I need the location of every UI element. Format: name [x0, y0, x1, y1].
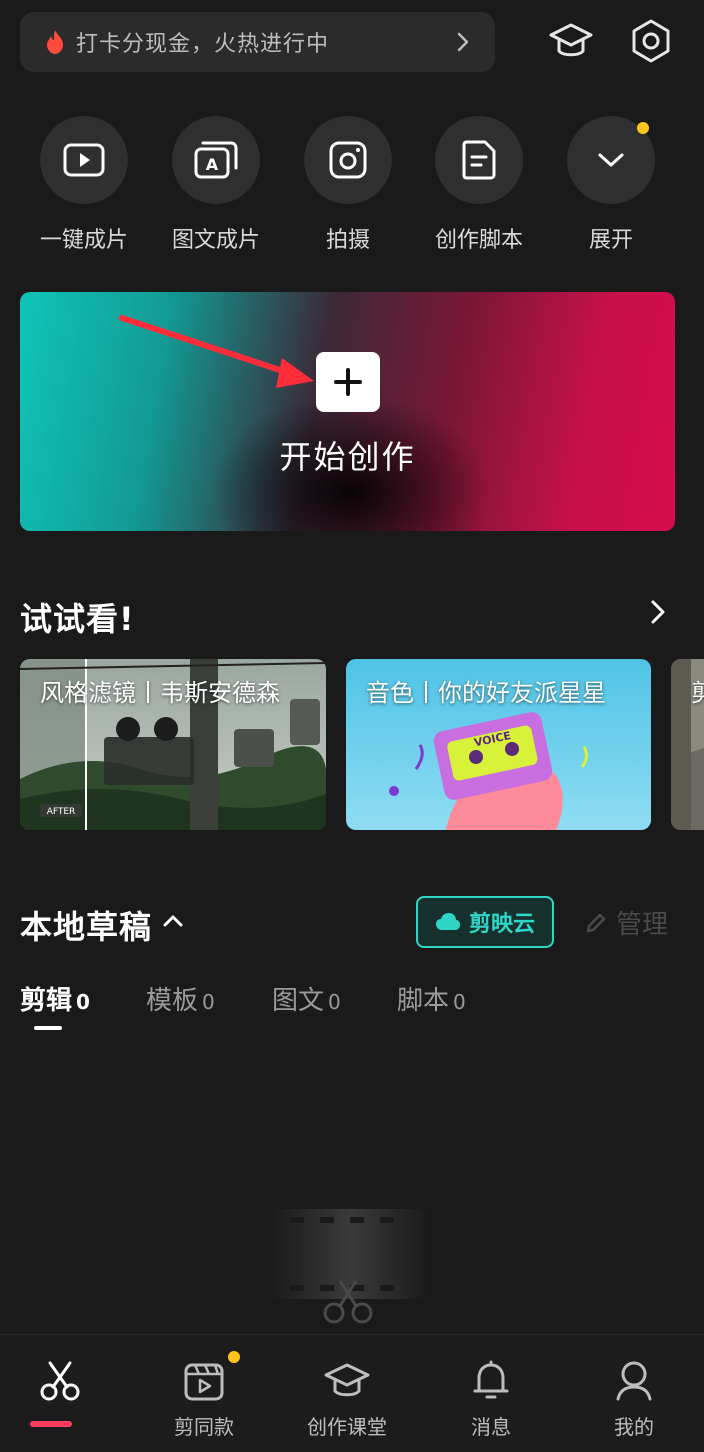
quick-action-label: 拍摄	[325, 228, 370, 253]
chevron-up-icon[interactable]	[162, 910, 184, 932]
active-nav-indicator	[30, 1421, 72, 1427]
tab-label: 剪辑	[20, 986, 73, 1016]
text-to-video-icon: A	[194, 141, 238, 179]
chevron-right-icon	[457, 32, 469, 52]
nav-label: 创作课堂	[307, 1415, 387, 1439]
nav-class[interactable]: 创作课堂	[277, 1335, 417, 1452]
script-icon	[462, 140, 496, 180]
tab-edit[interactable]: 剪辑 0	[20, 980, 90, 1017]
nav-label: 剪同款	[174, 1415, 234, 1439]
tab-label: 脚本	[397, 986, 450, 1016]
cloud-icon	[435, 913, 460, 930]
active-tab-indicator	[34, 1026, 62, 1030]
card-title: 剪	[691, 679, 704, 707]
manage-button[interactable]: 管理	[584, 904, 668, 941]
tab-image-text[interactable]: 图文 0	[272, 980, 341, 1017]
quick-action-label: 图文成片	[171, 228, 260, 253]
svg-text:A: A	[206, 155, 219, 174]
try-card-filter[interactable]: AFTER 风格滤镜丨韦斯安德森	[20, 659, 326, 830]
flame-icon	[47, 30, 63, 54]
quick-action-script[interactable]: 创作脚本	[419, 116, 539, 254]
notification-dot	[637, 122, 649, 134]
tab-count: 0	[76, 990, 90, 1014]
tab-script[interactable]: 脚本 0	[397, 980, 466, 1017]
nav-messages[interactable]: 消息	[421, 1335, 561, 1452]
chevron-right-icon[interactable]	[648, 598, 668, 626]
try-card-partial[interactable]: 剪	[671, 659, 704, 830]
bell-icon	[467, 1357, 515, 1405]
cloud-button[interactable]: 剪映云	[416, 896, 554, 948]
quick-actions: 一键成片 A 图文成片 拍摄 创作脚本 展开	[0, 116, 704, 256]
quick-action-label: 展开	[588, 228, 633, 253]
camera-icon	[329, 141, 367, 179]
tab-count: 0	[202, 990, 215, 1014]
promo-text: 打卡分现金，火热进行中	[76, 32, 330, 57]
graduation-cap-icon[interactable]	[548, 18, 594, 64]
nav-label: 我的	[614, 1415, 654, 1439]
after-badge: AFTER	[47, 807, 76, 817]
nav-label: 消息	[471, 1415, 511, 1439]
quick-action-one-click-video[interactable]: 一键成片	[24, 116, 144, 254]
plus-icon	[316, 352, 380, 412]
cloud-label: 剪映云	[468, 912, 535, 937]
tab-count: 0	[328, 990, 341, 1014]
manage-label: 管理	[616, 910, 669, 940]
quick-action-label: 创作脚本	[434, 228, 523, 253]
tab-label: 模板	[146, 986, 199, 1016]
try-card-voice[interactable]: VOICE 音色丨你的好友派星星	[346, 659, 651, 830]
empty-drafts-illustration	[270, 1209, 430, 1324]
tab-count: 0	[453, 990, 466, 1014]
play-square-icon	[63, 143, 105, 177]
tab-label: 图文	[272, 986, 325, 1016]
notification-dot	[228, 1351, 240, 1363]
start-creating-label: 开始创作	[279, 438, 416, 476]
quick-action-shoot[interactable]: 拍摄	[288, 116, 408, 254]
drafts-title: 本地草稿	[20, 908, 153, 946]
card-title: 音色丨你的好友派星星	[366, 679, 606, 707]
card-title: 风格滤镜丨韦斯安德森	[40, 679, 280, 707]
chevron-down-icon	[598, 153, 624, 167]
tab-template[interactable]: 模板 0	[146, 980, 215, 1017]
quick-action-label: 一键成片	[39, 228, 128, 253]
nav-template[interactable]: 剪同款	[134, 1335, 274, 1452]
bottom-navigation: 剪同款 创作课堂 消息 我的	[0, 1334, 704, 1452]
scissors-icon	[36, 1357, 84, 1405]
edit-icon	[586, 913, 606, 932]
quick-action-text-to-video[interactable]: A 图文成片	[156, 116, 276, 254]
promo-banner[interactable]: 打卡分现金，火热进行中	[20, 12, 495, 72]
settings-icon[interactable]	[628, 18, 674, 64]
user-icon	[610, 1357, 658, 1405]
template-video-icon	[180, 1357, 228, 1405]
nav-me[interactable]: 我的	[564, 1335, 704, 1452]
try-section-title: 试试看!	[20, 600, 135, 638]
start-creating-button[interactable]: 开始创作	[20, 292, 675, 531]
graduation-cap-icon	[323, 1357, 371, 1405]
nav-edit[interactable]	[0, 1335, 130, 1452]
quick-action-expand[interactable]: 展开	[551, 116, 671, 254]
